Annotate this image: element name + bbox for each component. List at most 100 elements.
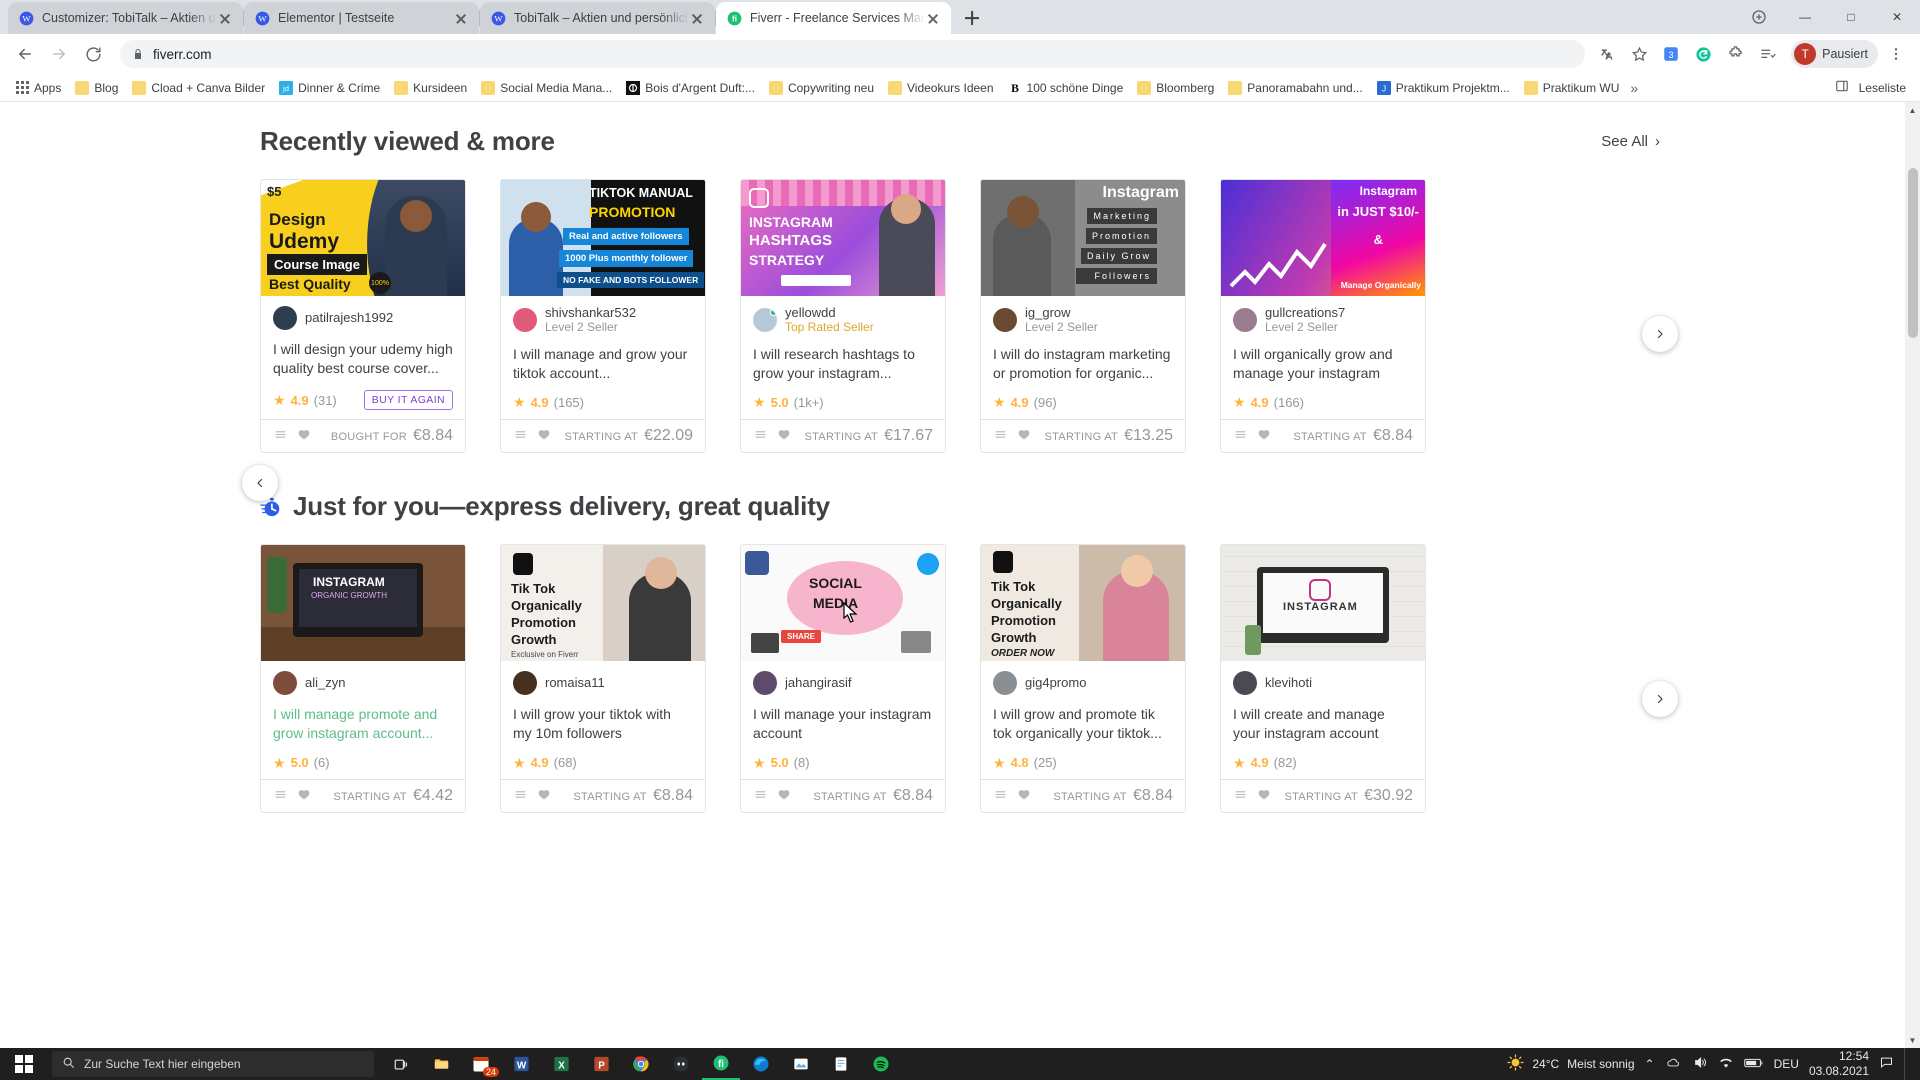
gig-thumbnail[interactable]: INSTAGRAM HASHTAGS STRATEGY	[741, 180, 945, 296]
volume-icon[interactable]	[1692, 1055, 1708, 1073]
bookmark-bloomberg[interactable]: Bloomberg	[1130, 76, 1221, 100]
heart-icon[interactable]	[1257, 788, 1271, 804]
bookmark-praktikum-projektm[interactable]: J Praktikum Projektm...	[1370, 76, 1517, 100]
minimize-button[interactable]: —	[1782, 1, 1828, 33]
chrome-menu-icon[interactable]	[1882, 40, 1910, 68]
gig-thumbnail[interactable]: TIKTOK MANUAL PROMOTION Real and active …	[501, 180, 705, 296]
notepad-icon[interactable]	[822, 1048, 860, 1080]
gig-card[interactable]: Tik Tok Organically Promotion Growth ORD…	[980, 544, 1186, 813]
heart-icon[interactable]	[537, 428, 551, 444]
bookmark-apps[interactable]: Apps	[8, 76, 68, 100]
see-all-link[interactable]: See All ›	[1601, 133, 1660, 150]
gig-card[interactable]: TIKTOK MANUAL PROMOTION Real and active …	[500, 179, 706, 453]
bookmark-social-media[interactable]: Social Media Mana...	[474, 76, 619, 100]
buy-it-again-badge[interactable]: BUY IT AGAIN	[363, 390, 453, 410]
gig-title[interactable]: I will grow and promote tik tok organica…	[993, 705, 1173, 743]
gig-card[interactable]: Tik Tok Organically Promotion Growth Exc…	[500, 544, 706, 813]
gig-card[interactable]: INSTAGRAM klevihoti I will create and ma…	[1220, 544, 1426, 813]
reading-list-button[interactable]: Leseliste	[1835, 79, 1912, 96]
seller-info[interactable]: patilrajesh1992	[273, 306, 453, 330]
heart-icon[interactable]	[537, 788, 551, 804]
clock[interactable]: 12:54 03.08.2021	[1809, 1049, 1869, 1079]
translate-icon[interactable]	[1593, 40, 1621, 68]
close-window-button[interactable]: ✕	[1874, 1, 1920, 33]
heart-icon[interactable]	[1257, 428, 1271, 444]
gig-title[interactable]: I will manage your instagram account	[753, 705, 933, 743]
heart-icon[interactable]	[1017, 788, 1031, 804]
battery-icon[interactable]	[1743, 1057, 1764, 1072]
carousel-next-button[interactable]	[1642, 681, 1678, 717]
photos-icon[interactable]	[782, 1048, 820, 1080]
heart-icon[interactable]	[777, 428, 791, 444]
bookmark-copywriting[interactable]: Copywriting neu	[762, 76, 881, 100]
bookmark-bois-dargent[interactable]: Bois d'Argent Duft:...	[619, 76, 762, 100]
heart-icon[interactable]	[297, 428, 311, 444]
gig-title[interactable]: I will manage promote and grow instagram…	[273, 705, 453, 743]
scroll-down-icon[interactable]: ▼	[1905, 1032, 1920, 1048]
notifications-icon[interactable]	[1879, 1055, 1894, 1073]
compare-icon[interactable]	[753, 428, 768, 444]
compare-icon[interactable]	[993, 428, 1008, 444]
weather-widget[interactable]: 24°C Meist sonnig	[1507, 1054, 1635, 1074]
network-icon[interactable]	[1718, 1056, 1734, 1073]
seller-info[interactable]: ali_zyn	[273, 671, 453, 695]
seller-info[interactable]: romaisa11	[513, 671, 693, 695]
bookmarks-overflow-button[interactable]: »	[1626, 80, 1642, 96]
heart-icon[interactable]	[1017, 428, 1031, 444]
bookmark-panoramabahn[interactable]: Panoramabahn und...	[1221, 76, 1369, 100]
discord-icon[interactable]	[662, 1048, 700, 1080]
task-view-icon[interactable]	[382, 1048, 420, 1080]
gig-card[interactable]: INSTAGRAM HASHTAGS STRATEGY yellowdd Top…	[740, 179, 946, 453]
browser-tab-3[interactable]: fi Fiverr - Freelance Services Marke	[716, 2, 951, 34]
fiverr-icon[interactable]: fi	[702, 1048, 740, 1080]
seller-info[interactable]: yellowdd Top Rated Seller	[753, 306, 933, 335]
scroll-up-icon[interactable]: ▲	[1905, 102, 1920, 118]
extension-icon[interactable]	[1736, 1, 1782, 33]
gig-title[interactable]: I will grow your tiktok with my 10m foll…	[513, 705, 693, 743]
bookmark-cload-canva[interactable]: Cload + Canva Bilder	[125, 76, 272, 100]
gig-title[interactable]: I will manage and grow your tiktok accou…	[513, 345, 693, 383]
taskbar-search-input[interactable]: Zur Suche Text hier eingeben	[52, 1051, 374, 1077]
bookmark-videokurs[interactable]: Videokurs Ideen	[881, 76, 1001, 100]
compare-icon[interactable]	[993, 788, 1008, 804]
new-tab-button[interactable]	[958, 4, 986, 32]
gig-card[interactable]: Instagram Marketing Promotion Daily Grow…	[980, 179, 1186, 453]
gig-title[interactable]: I will design your udemy high quality be…	[273, 340, 453, 378]
spotify-icon[interactable]	[862, 1048, 900, 1080]
gig-thumbnail[interactable]: INSTAGRAM	[1221, 545, 1425, 661]
powerpoint-icon[interactable]: P	[582, 1048, 620, 1080]
compare-icon[interactable]	[1233, 428, 1248, 444]
seller-info[interactable]: gullcreations7 Level 2 Seller	[1233, 306, 1413, 335]
close-icon[interactable]	[925, 10, 941, 26]
compare-icon[interactable]	[1233, 788, 1248, 804]
onedrive-icon[interactable]	[1665, 1056, 1682, 1073]
browser-tab-1[interactable]: W Elementor | Testseite	[244, 2, 480, 34]
calendar-icon[interactable]: 24	[462, 1048, 500, 1080]
gig-card[interactable]: INSTAGRAM ORGANIC GROWTH ali_zyn I will …	[242, 465, 466, 813]
edge-icon[interactable]	[742, 1048, 780, 1080]
gig-thumbnail[interactable]: Tik Tok Organically Promotion Growth Exc…	[501, 545, 705, 661]
gig-card[interactable]: Instagram in JUST $10/- & Manage Organic…	[1220, 179, 1426, 453]
gig-title[interactable]: I will research hashtags to grow your in…	[753, 345, 933, 383]
gig-title[interactable]: I will organically grow and manage your …	[1233, 345, 1413, 383]
bookmark-star-icon[interactable]	[1625, 40, 1653, 68]
page-scrollbar[interactable]: ▲ ▼	[1905, 102, 1920, 1048]
scrollbar-thumb[interactable]	[1907, 168, 1918, 338]
close-icon[interactable]	[217, 10, 233, 26]
maximize-button[interactable]: □	[1828, 1, 1874, 33]
chrome-icon[interactable]	[622, 1048, 660, 1080]
browser-tab-0[interactable]: W Customizer: TobiTalk – Aktien un	[8, 2, 244, 34]
bookmark-blog[interactable]: Blog	[68, 76, 125, 100]
compare-icon[interactable]	[273, 788, 288, 804]
extensions-badge-icon[interactable]: 3	[1657, 40, 1685, 68]
gig-title[interactable]: I will do instagram marketing or promoti…	[993, 345, 1173, 383]
puzzle-extension-icon[interactable]	[1721, 40, 1749, 68]
word-icon[interactable]: W	[502, 1048, 540, 1080]
gig-card[interactable]: $5 Design Udemy Course Image Best Qualit…	[260, 179, 466, 453]
tray-overflow-icon[interactable]: ⌃	[1645, 1057, 1655, 1071]
gig-title[interactable]: I will create and manage your instagram …	[1233, 705, 1413, 743]
seller-info[interactable]: shivshankar532 Level 2 Seller	[513, 306, 693, 335]
file-explorer-icon[interactable]	[422, 1048, 460, 1080]
profile-button[interactable]: T Pausiert	[1791, 40, 1878, 68]
close-icon[interactable]	[689, 10, 705, 26]
